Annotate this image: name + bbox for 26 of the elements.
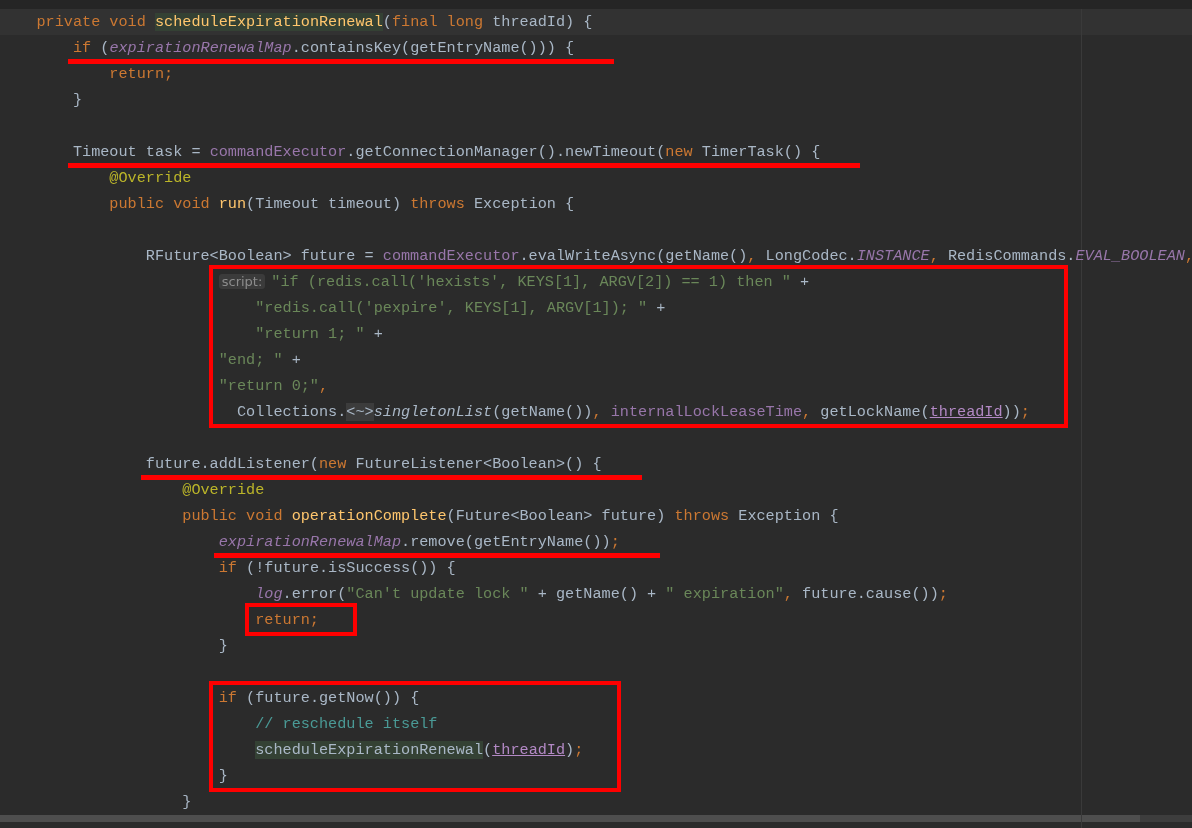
code-line: public void operationComplete(Future<Boolean> future) throws Exception {	[182, 506, 839, 526]
code-line: public void run(Timeout timeout) throws Exception {	[109, 194, 575, 214]
code-line: }	[218, 766, 228, 786]
code-line: future.addListener(new FutureListener<Boolean>() {	[145, 454, 602, 474]
code-line: }	[182, 792, 192, 812]
code-line: "return 1; " +	[255, 324, 383, 344]
code-line: }	[218, 636, 228, 656]
code-line: if (!future.isSuccess()) {	[218, 558, 456, 578]
code-line: private void scheduleExpirationRenewal(final long threadId) {	[36, 12, 593, 32]
code-line: expirationRenewalMap.remove(getEntryName());	[218, 532, 620, 552]
code-line: @Override	[109, 168, 192, 188]
code-line: return;	[255, 610, 319, 630]
code-line: @Override	[182, 480, 265, 500]
code-line: if (expirationRenewalMap.containsKey(getEntryName())) {	[72, 38, 575, 58]
code-line: }	[72, 90, 83, 110]
code-line: "redis.call('pexpire', KEYS[1], ARGV[1]); " +	[255, 298, 666, 318]
code-line: script: "if (redis.call('hexists', KEYS[1], ARGV[2]) == 1) then " +	[218, 272, 810, 292]
code-line: log.error("Can't update lock " + getName() + " expiration", future.cause());	[255, 584, 948, 604]
code-line: "end; " +	[218, 350, 301, 370]
code-line: "return 0;",	[218, 376, 329, 396]
code-line: Timeout task = commandExecutor.getConnectionManager().newTimeout(new TimerTask() {	[72, 142, 821, 162]
code-line: Collections.<~>singletonList(getName()), internalLockLeaseTime, getLockName(threadId));	[235, 402, 1030, 422]
code-line: RFuture<Boolean> future = commandExecutor.evalWriteAsync(getName(), LongCodec.INSTANCE, RedisCommands.EVAL_BOOLEAN,	[145, 246, 1192, 266]
code-line: return;	[109, 64, 174, 84]
code-line: // reschedule itself	[255, 714, 438, 734]
code-line: if (future.getNow()) {	[218, 688, 420, 708]
